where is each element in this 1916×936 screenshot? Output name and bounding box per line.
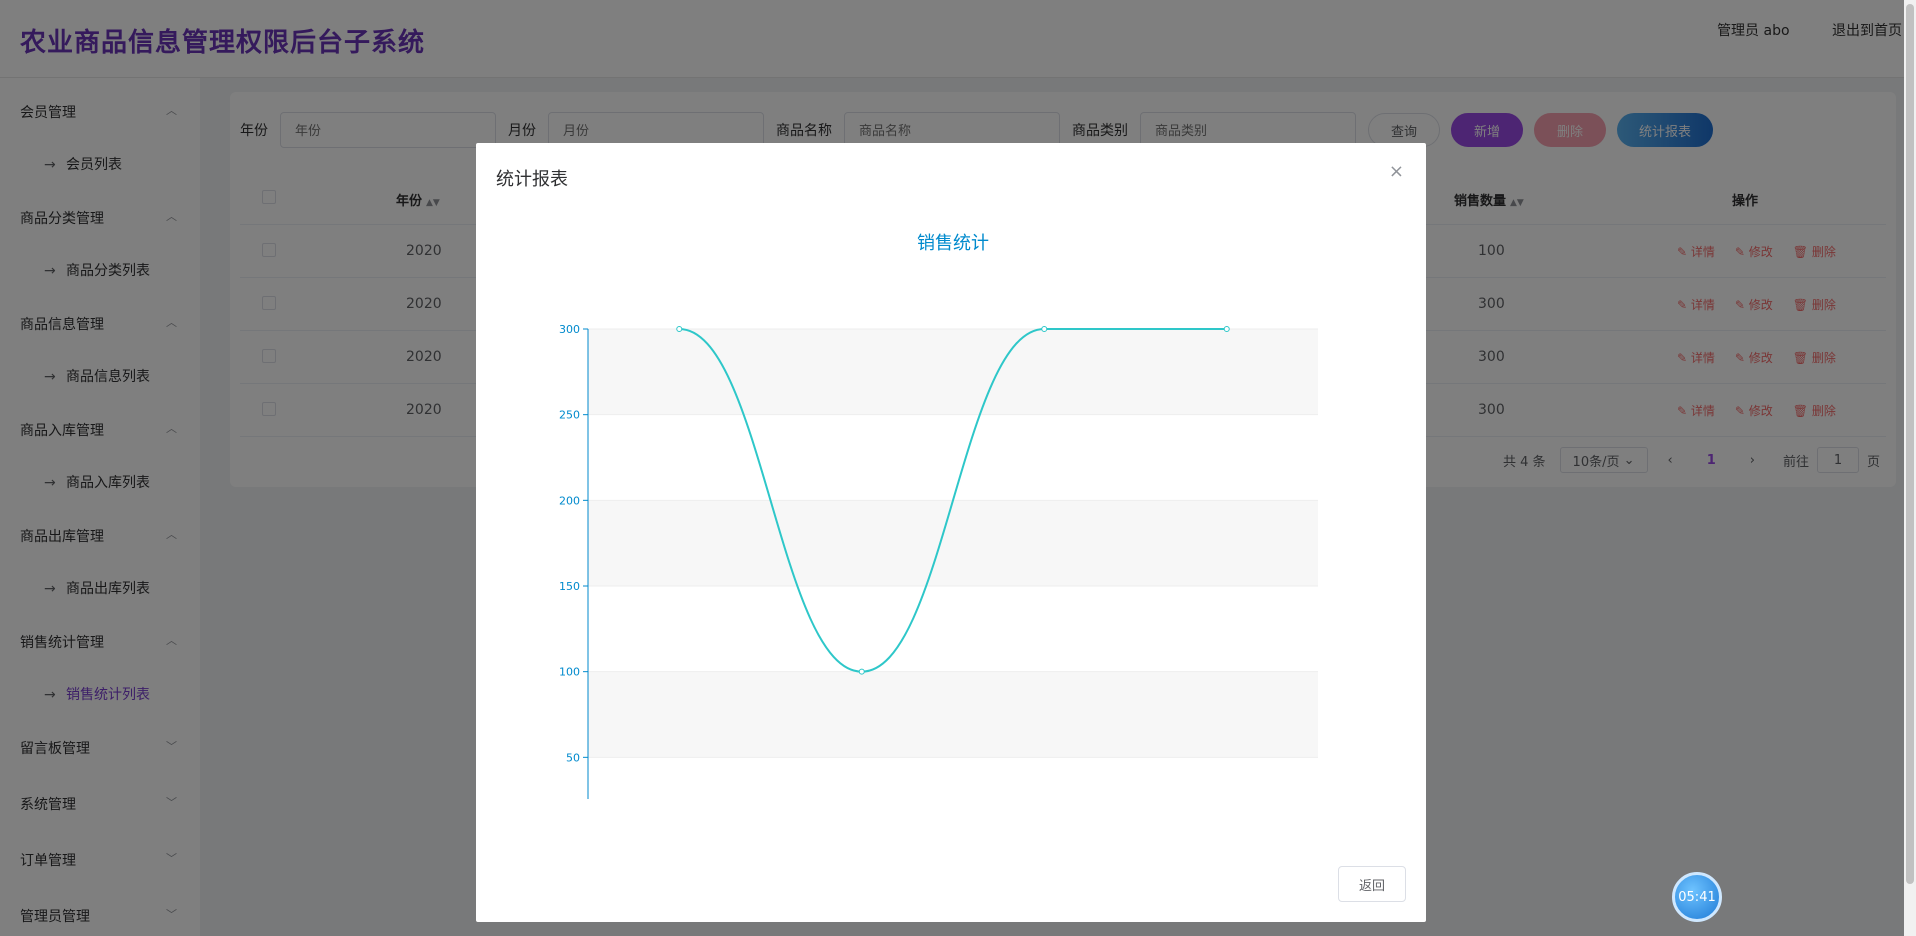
- y-tick-label: 100: [559, 666, 580, 679]
- y-tick-label: 300: [559, 323, 580, 336]
- data-point: [858, 668, 865, 675]
- grid-band: [588, 586, 1318, 672]
- scrollbar-thumb[interactable]: [1906, 4, 1914, 884]
- y-tick-label: 200: [559, 494, 580, 507]
- y-tick-label: 150: [559, 580, 580, 593]
- grid-band: [588, 671, 1318, 758]
- stats-report-dialog: 统计报表 × 销售统计050100150200250300丹东草莓新鲜99红颜九…: [476, 143, 1426, 922]
- grid-band: [588, 500, 1318, 586]
- y-tick-label: 250: [559, 409, 580, 422]
- grid-band: [588, 414, 1318, 501]
- timer-badge: 05:41: [1672, 872, 1722, 922]
- close-icon[interactable]: ×: [1389, 161, 1404, 182]
- back-button[interactable]: 返回: [1337, 866, 1406, 902]
- data-point: [676, 326, 683, 332]
- page-scrollbar[interactable]: [1904, 0, 1916, 936]
- grid-band: [588, 757, 1318, 843]
- sales-chart-area: 销售统计050100150200250300丹东草莓新鲜99红颜九九牛奶草莓精选…: [476, 219, 1426, 862]
- dialog-title: 统计报表: [496, 169, 568, 190]
- y-tick-label: 50: [566, 751, 580, 764]
- data-point: [1223, 326, 1230, 332]
- grid-band: [588, 329, 1318, 415]
- chart-title: 销售统计: [917, 233, 989, 254]
- data-point: [1041, 326, 1048, 332]
- sales-line-chart: 销售统计050100150200250300丹东草莓新鲜99红颜九九牛奶草莓精选…: [559, 233, 1319, 862]
